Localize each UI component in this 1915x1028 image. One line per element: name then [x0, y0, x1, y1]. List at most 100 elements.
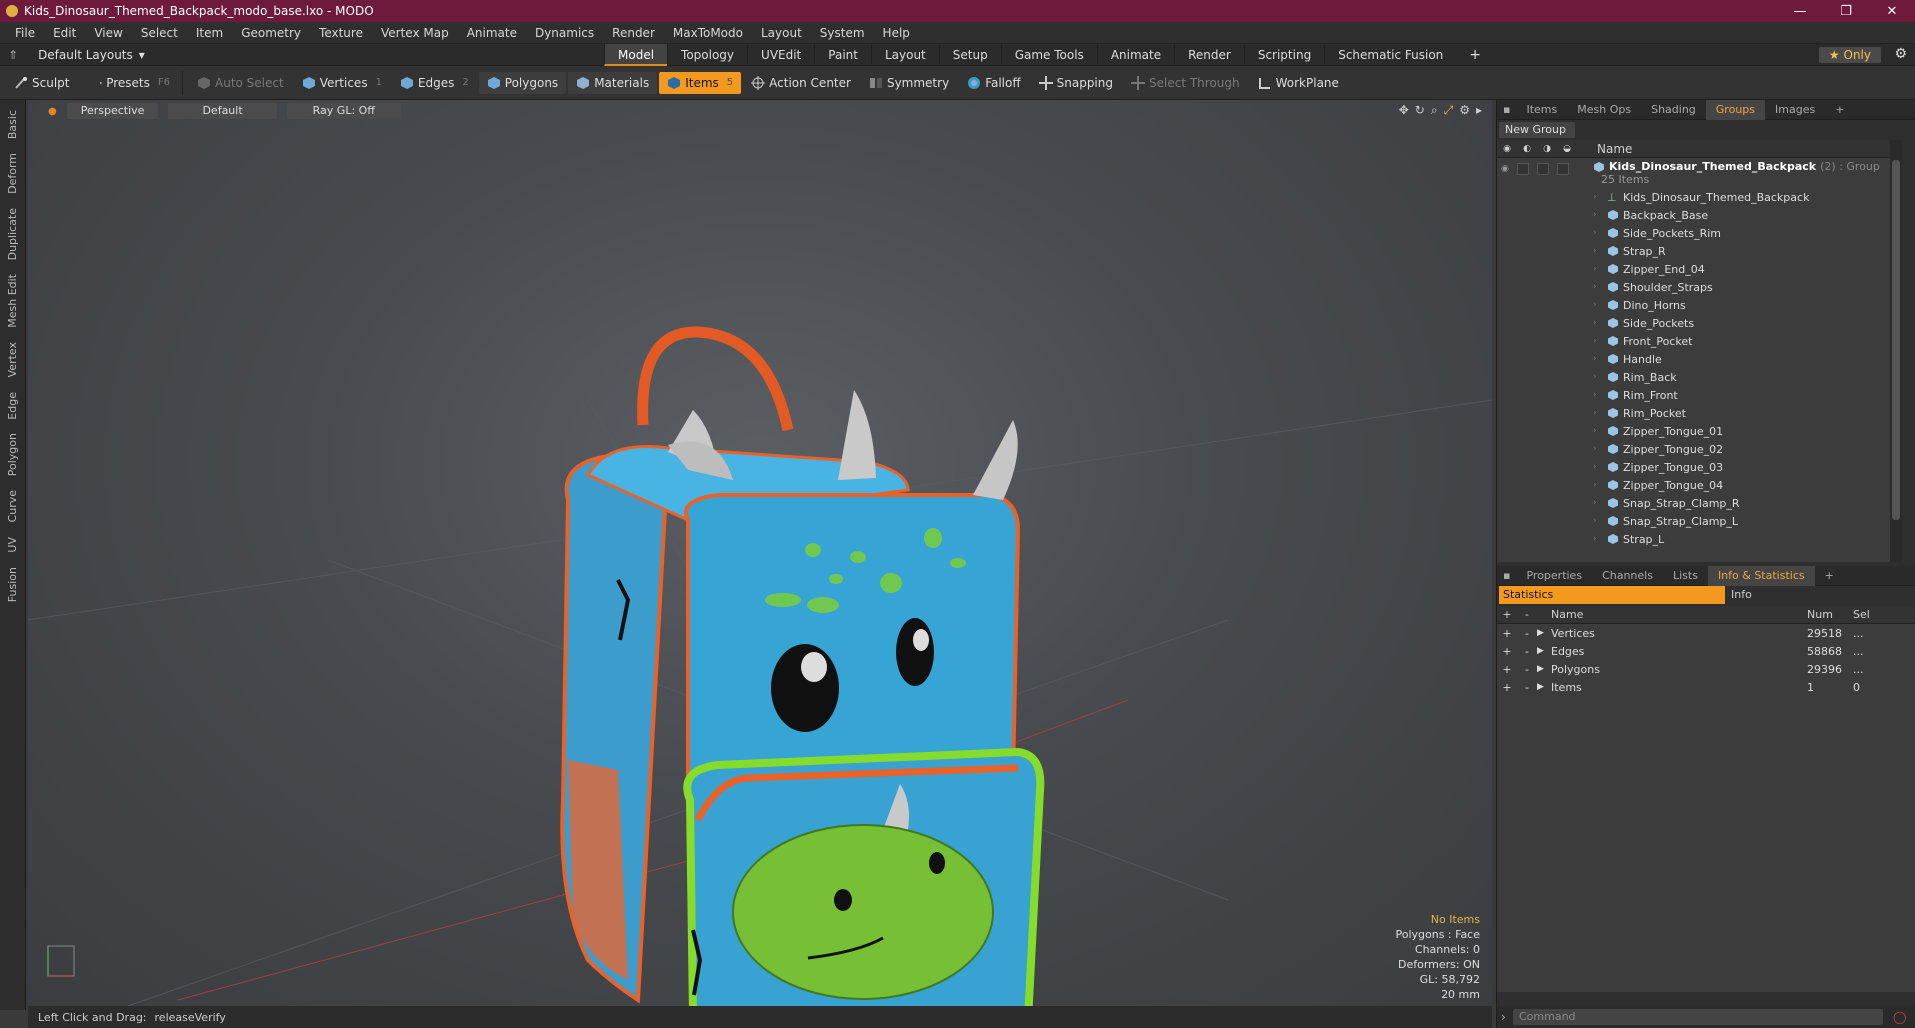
left-tab-polygon[interactable]: Polygon: [6, 429, 19, 480]
panel-menu-icon-2[interactable]: ▪: [1497, 566, 1516, 586]
tab-channels[interactable]: Channels: [1592, 566, 1663, 586]
tree-expand-icon[interactable]: ›: [1593, 534, 1607, 544]
remove-icon[interactable]: -: [1517, 681, 1537, 694]
tree-expand-icon[interactable]: ›: [1593, 390, 1607, 400]
group-select-toggle[interactable]: [1556, 163, 1569, 175]
move-view-icon[interactable]: ✥: [1399, 103, 1409, 118]
subtab-info[interactable]: Info: [1725, 586, 1752, 604]
group-render-toggle[interactable]: [1516, 163, 1529, 175]
tree-expand-icon[interactable]: ›: [1593, 300, 1607, 310]
menu-system[interactable]: System: [811, 26, 874, 40]
group-member-row[interactable]: › Zipper_Tongue_03: [1497, 458, 1902, 476]
tab-layout[interactable]: Layout: [870, 44, 939, 66]
command-input[interactable]: Command: [1513, 1009, 1883, 1025]
tree-expand-icon[interactable]: ›: [1593, 210, 1607, 220]
group-member-row[interactable]: › Snap_Strap_Clamp_R: [1497, 494, 1902, 512]
remove-icon[interactable]: -: [1517, 645, 1537, 658]
left-tab-mesh-edit[interactable]: Mesh Edit: [6, 270, 19, 332]
symmetry-button[interactable]: Symmetry: [861, 72, 957, 94]
left-tab-vertex[interactable]: Vertex: [6, 338, 19, 381]
tab-lists[interactable]: Lists: [1663, 566, 1708, 586]
action-center-button[interactable]: Action Center: [743, 72, 859, 94]
falloff-button[interactable]: Falloff: [959, 72, 1028, 94]
tab-shading[interactable]: Shading: [1641, 100, 1706, 120]
remove-icon[interactable]: -: [1517, 627, 1537, 640]
tree-expand-icon[interactable]: ›: [1593, 516, 1607, 526]
tree-expand-icon[interactable]: ›: [1593, 192, 1607, 202]
materials-button[interactable]: Materials: [568, 71, 658, 94]
snapping-button[interactable]: Snapping: [1031, 72, 1121, 94]
menu-select[interactable]: Select: [132, 26, 187, 40]
stats-row[interactable]: + - ▶ Items 1 0: [1497, 678, 1915, 696]
group-visibility-icon[interactable]: ◉: [1501, 164, 1509, 174]
group-member-row[interactable]: › Snap_Strap_Clamp_L: [1497, 512, 1902, 530]
new-group-button[interactable]: New Group: [1499, 122, 1575, 138]
3d-viewport[interactable]: ● Perspective Default Ray GL: Off ✥ ↻ ⌕ …: [28, 100, 1492, 1006]
polygons-button[interactable]: Polygons: [478, 71, 567, 94]
left-tab-basic[interactable]: Basic: [6, 106, 19, 143]
tree-expand-icon[interactable]: ›: [1593, 264, 1607, 274]
menu-render[interactable]: Render: [603, 26, 664, 40]
gear-icon[interactable]: ⚙: [1894, 46, 1907, 62]
group-member-row[interactable]: › Zipper_End_04: [1497, 260, 1902, 278]
tab-items[interactable]: Items: [1516, 100, 1567, 120]
tree-expand-icon[interactable]: ›: [1593, 228, 1607, 238]
row-expand-icon[interactable]: ▶: [1537, 682, 1551, 692]
tab-info-statistics[interactable]: Info & Statistics: [1707, 565, 1815, 586]
menu-view[interactable]: View: [85, 26, 131, 40]
tree-expand-icon[interactable]: ›: [1593, 282, 1607, 292]
expand-all-icon[interactable]: +: [1497, 608, 1517, 621]
only-toggle[interactable]: ★ Only: [1818, 47, 1881, 63]
menu-geometry[interactable]: Geometry: [232, 26, 310, 40]
select-through-button[interactable]: Select Through: [1123, 72, 1248, 94]
group-member-row[interactable]: › Zipper_Tongue_04: [1497, 476, 1902, 494]
auto-select-button[interactable]: Auto Select: [189, 72, 292, 94]
left-tab-deform[interactable]: Deform: [6, 149, 19, 198]
menu-texture[interactable]: Texture: [310, 26, 372, 40]
edges-button[interactable]: Edges 2: [392, 72, 477, 94]
sculpt-button[interactable]: Sculpt: [6, 72, 90, 94]
tree-expand-icon[interactable]: ›: [1593, 480, 1607, 490]
menu-edit[interactable]: Edit: [44, 26, 85, 40]
group-member-row[interactable]: › Zipper_Tongue_01: [1497, 422, 1902, 440]
minimize-button[interactable]: —: [1777, 4, 1823, 19]
menu-maxtomodo[interactable]: MaxToModo: [664, 26, 752, 40]
tree-expand-icon[interactable]: ›: [1593, 462, 1607, 472]
left-tab-duplicate[interactable]: Duplicate: [6, 204, 19, 264]
tab-setup[interactable]: Setup: [938, 44, 1001, 66]
tree-expand-icon[interactable]: ›: [1593, 426, 1607, 436]
tree-expand-icon[interactable]: ›: [1593, 408, 1607, 418]
stats-row[interactable]: + - ▶ Polygons 29396...: [1497, 660, 1915, 678]
tree-expand-icon[interactable]: ›: [1593, 336, 1607, 346]
group-member-row[interactable]: › Strap_R: [1497, 242, 1902, 260]
group-member-row[interactable]: › Front_Pocket: [1497, 332, 1902, 350]
stats-row[interactable]: + - ▶ Edges 58868...: [1497, 642, 1915, 660]
menu-vertex-map[interactable]: Vertex Map: [372, 26, 458, 40]
menu-layout[interactable]: Layout: [752, 26, 811, 40]
collapse-all-icon[interactable]: -: [1517, 608, 1537, 621]
tab-properties[interactable]: Properties: [1516, 566, 1592, 586]
menu-file[interactable]: File: [6, 26, 44, 40]
group-row[interactable]: ◉ Kids_Dinosaur_Themed_Backpack (2) : Gr…: [1497, 158, 1902, 188]
tree-expand-icon[interactable]: ›: [1593, 318, 1607, 328]
left-tab-uv[interactable]: UV: [6, 533, 19, 557]
raygl-toggle[interactable]: Ray GL: Off: [286, 103, 401, 119]
vertices-button[interactable]: Vertices 1: [294, 72, 390, 94]
expand-arrow-icon[interactable]: ▸: [1476, 103, 1482, 118]
group-member-row[interactable]: › Rim_Pocket: [1497, 404, 1902, 422]
default-layouts-dropdown[interactable]: ⇑ Default Layouts ▾: [8, 48, 145, 62]
left-tab-curve[interactable]: Curve: [6, 486, 19, 526]
row-expand-icon[interactable]: ▶: [1537, 628, 1551, 638]
row-expand-icon[interactable]: ▶: [1537, 664, 1551, 674]
group-member-row[interactable]: › ⊥ Kids_Dinosaur_Themed_Backpack: [1497, 188, 1902, 206]
add-tab-button[interactable]: +: [1456, 44, 1494, 66]
group-member-row[interactable]: › Shoulder_Straps: [1497, 278, 1902, 296]
tab-game-tools[interactable]: Game Tools: [1000, 44, 1097, 66]
tree-expand-icon[interactable]: ›: [1593, 444, 1607, 454]
tree-scrollbar-thumb[interactable]: [1892, 160, 1900, 520]
tree-expand-icon[interactable]: ›: [1593, 354, 1607, 364]
left-tab-fusion[interactable]: Fusion: [6, 563, 19, 606]
tab-animate[interactable]: Animate: [1096, 44, 1174, 66]
menu-item[interactable]: Item: [187, 26, 232, 40]
add-icon[interactable]: +: [1497, 681, 1517, 694]
